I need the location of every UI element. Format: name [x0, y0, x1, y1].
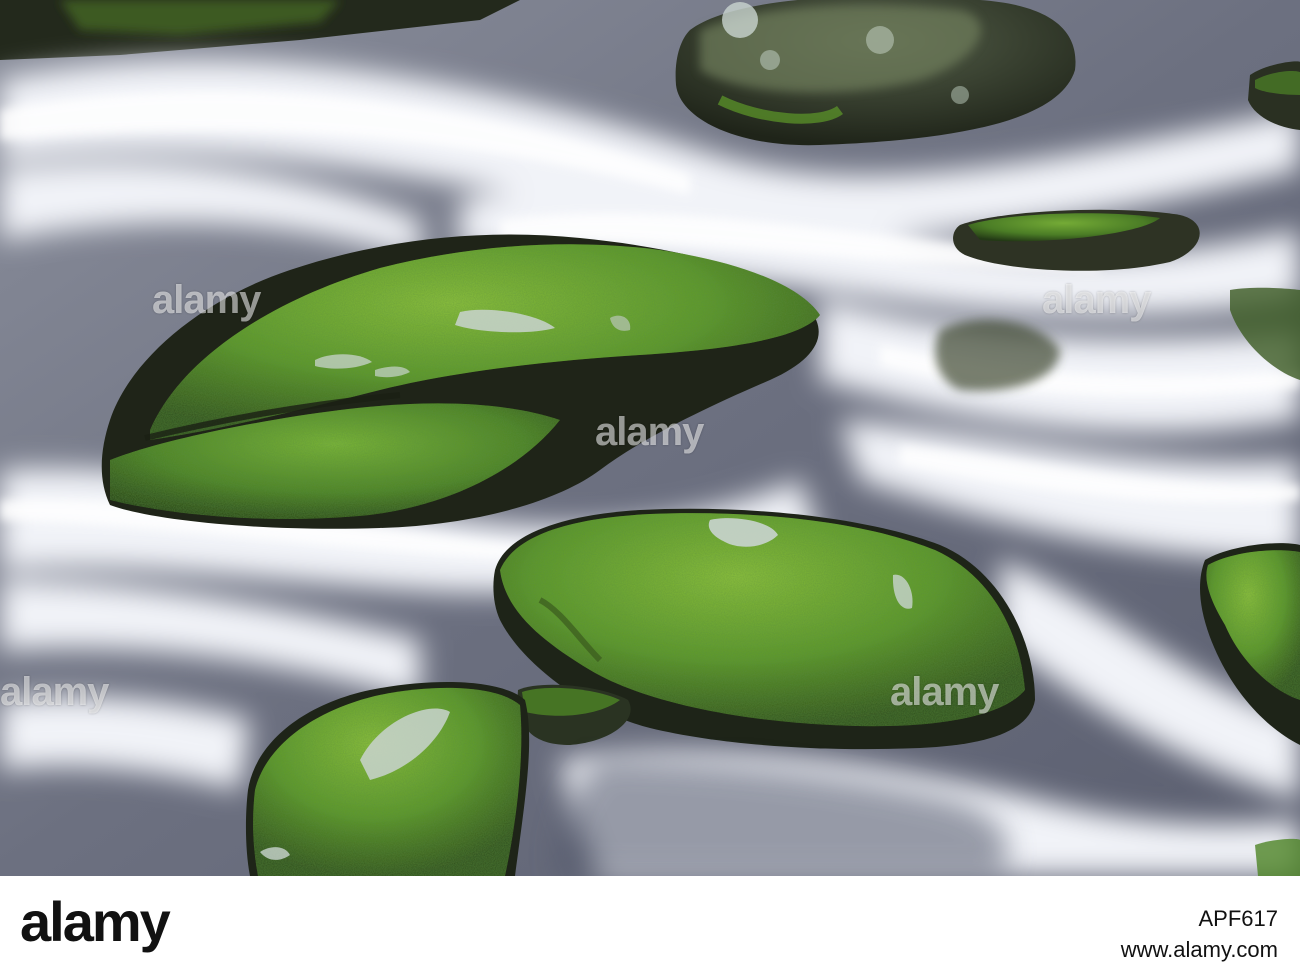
alamy-logo: alamy: [20, 890, 171, 953]
footer-info: APF617 www.alamy.com: [1121, 904, 1278, 966]
stream-photo: alamy alamy alamy alamy alamy: [0, 0, 1300, 876]
stream-scene: [0, 0, 1300, 876]
footer-bar: alamy APF617 www.alamy.com: [0, 876, 1300, 966]
mid-right-rock: [953, 209, 1200, 271]
site-url: www.alamy.com: [1120, 936, 1278, 962]
image-id: APF617: [1198, 906, 1279, 931]
